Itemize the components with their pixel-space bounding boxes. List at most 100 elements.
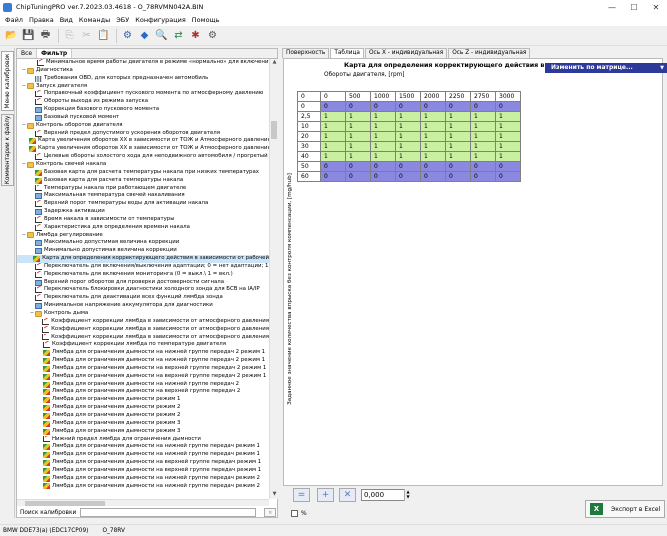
tree-item[interactable]: Лямбда для ограничения дымности режим 3 — [17, 428, 269, 436]
table-cell[interactable]: 0 — [470, 171, 496, 182]
table-cell[interactable]: 1 — [420, 121, 446, 132]
table-cell[interactable]: 1 — [495, 141, 521, 152]
table-cell[interactable]: 0 — [345, 171, 371, 182]
table-cell[interactable]: 1 — [345, 141, 371, 152]
tab-axis-x[interactable]: Ось X - индивидуальная — [364, 48, 448, 58]
table-cell[interactable]: 0 — [445, 171, 471, 182]
tree-item[interactable]: Переключатель блокировки диагностики хол… — [17, 286, 269, 294]
tree-item[interactable]: Обороты выхода из режима запуска — [17, 98, 269, 106]
table-cell[interactable]: 0 — [470, 161, 496, 172]
table-cell[interactable]: 0 — [370, 101, 396, 112]
tab-axis-z[interactable]: Ось Z - индивидуальная — [448, 48, 531, 58]
table-cell[interactable]: 1 — [420, 131, 446, 142]
tree-item[interactable]: Задержка активации — [17, 208, 269, 216]
tree-folder[interactable]: − Контроль дыма — [17, 310, 269, 318]
minimize-button[interactable]: — — [601, 0, 623, 14]
table-cell[interactable]: 1 — [395, 121, 421, 132]
table-cell[interactable]: 1 — [445, 111, 471, 122]
tree-horizontal-scrollbar[interactable] — [17, 499, 269, 506]
table-cell[interactable]: 0 — [495, 101, 521, 112]
tree-item[interactable]: Лямбда для ограничения дымности на верхн… — [17, 459, 269, 467]
menu-configuration[interactable]: Конфигурация — [132, 16, 189, 24]
scroll-up-icon[interactable]: ▲ — [270, 59, 279, 67]
tree-item[interactable]: Лямбда для ограничения дымности на нижне… — [17, 381, 269, 389]
table-cell[interactable]: 1 — [420, 111, 446, 122]
table-cell[interactable]: 1 — [345, 131, 371, 142]
tree-item[interactable]: Лямбда для ограничения дымности режим 2 — [17, 412, 269, 420]
open-folder-icon[interactable]: 📂 — [4, 28, 19, 43]
x-axis-header[interactable]: 1500 — [395, 91, 421, 102]
tree-item[interactable]: Карта увеличения оборотов ХХ в зависимос… — [17, 137, 269, 145]
tree-item[interactable]: Максимальная температура свечей накалива… — [17, 192, 269, 200]
x-axis-header[interactable]: 2250 — [445, 91, 471, 102]
tab-filter[interactable]: Фильтр — [37, 49, 73, 58]
y-axis-header[interactable]: 60 — [297, 171, 321, 182]
table-cell[interactable]: 1 — [470, 141, 496, 152]
table-cell[interactable]: 0 — [320, 101, 346, 112]
save-icon[interactable]: 💾 — [21, 28, 36, 43]
table-cell[interactable]: 1 — [320, 141, 346, 152]
table-cell[interactable]: 1 — [445, 131, 471, 142]
table-cell[interactable]: 1 — [320, 121, 346, 132]
menu-file[interactable]: Файл — [2, 16, 26, 24]
table-cell[interactable]: 0 — [420, 161, 446, 172]
scrollbar-thumb[interactable] — [271, 121, 277, 139]
table-cell[interactable]: 1 — [445, 121, 471, 132]
tree-item[interactable]: Время накала в зависимости от температур… — [17, 216, 269, 224]
ecu-icon[interactable]: ⚙ — [120, 28, 135, 43]
tree-item[interactable]: Минимальное напряжение аккумулятора для … — [17, 302, 269, 310]
table-cell[interactable]: 1 — [370, 121, 396, 132]
y-axis-header[interactable]: 30 — [297, 141, 321, 152]
tree-item[interactable]: Требования OBD, для которых предназначен… — [17, 75, 269, 83]
table-cell[interactable]: 1 — [395, 131, 421, 142]
tree-item[interactable]: Переключатель для деактивации всех функц… — [17, 294, 269, 302]
close-button[interactable]: ✕ — [645, 0, 667, 14]
table-cell[interactable]: 1 — [470, 151, 496, 162]
tree-item[interactable]: Базовая карта для расчета температуры на… — [17, 177, 269, 185]
tab-all[interactable]: Все — [17, 49, 38, 58]
tree-item[interactable]: Минимально допустимая величина коррекции — [17, 247, 269, 255]
tree-item[interactable]: Лямбда для ограничения дымности на нижне… — [17, 475, 269, 483]
tree-item[interactable]: Характеристика для определения времени н… — [17, 224, 269, 232]
tree-item[interactable]: Лямбда для ограничения дымности на верхн… — [17, 467, 269, 475]
value-spinner[interactable]: ▲ ▼ — [404, 489, 411, 501]
table-cell[interactable]: 1 — [395, 151, 421, 162]
table-cell[interactable]: 0 — [395, 171, 421, 182]
tree-item[interactable]: Переключатель для включения мониторинга … — [17, 271, 269, 279]
tree-item[interactable]: Лямбда для ограничения дымности на нижне… — [17, 349, 269, 357]
tree-item[interactable]: Верхний предел допустимого ускорения обо… — [17, 130, 269, 138]
table-cell[interactable]: 0 — [495, 161, 521, 172]
table-cell[interactable]: 0 — [370, 171, 396, 182]
tree-item[interactable]: Лямбда для ограничения дымности режим 2 — [17, 404, 269, 412]
tree-item[interactable]: Лямбда для ограничения дымности режим 3 — [17, 420, 269, 428]
search-input[interactable] — [80, 508, 257, 517]
table-cell[interactable]: 1 — [345, 111, 371, 122]
menu-commands[interactable]: Команды — [76, 16, 113, 24]
table-cell[interactable]: 1 — [495, 111, 521, 122]
tree-item[interactable]: Верхний порог температуры воды для актив… — [17, 200, 269, 208]
bug-icon[interactable]: ✱ — [188, 28, 203, 43]
clear-search-button[interactable]: × — [264, 508, 277, 517]
print-icon[interactable]: 🖶 — [38, 28, 53, 43]
y-axis-header[interactable]: 10 — [297, 121, 321, 132]
tree-item[interactable]: Минимальное время работы двигателя в реж… — [17, 59, 269, 67]
add-value-button[interactable]: + — [317, 488, 334, 502]
scrollbar-thumb[interactable] — [25, 501, 105, 506]
table-cell[interactable]: 1 — [370, 111, 396, 122]
tree-item[interactable]: Верхний порог оборотов для проверки дост… — [17, 279, 269, 287]
y-axis-header[interactable]: 50 — [297, 161, 321, 172]
tree-item[interactable]: Температуры накала при работающем двигат… — [17, 185, 269, 193]
tree-item[interactable]: Коэффициент коррекции лямбда в зависимос… — [17, 318, 269, 326]
y-axis-header[interactable]: 40 — [297, 151, 321, 162]
table-cell[interactable]: 1 — [495, 131, 521, 142]
table-cell[interactable]: 1 — [445, 141, 471, 152]
tab-table[interactable]: Таблица — [330, 48, 364, 58]
settings-icon[interactable]: ⚙ — [205, 28, 220, 43]
table-cell[interactable]: 1 — [470, 111, 496, 122]
table-cell[interactable]: 0 — [420, 101, 446, 112]
change-by-matrix-button[interactable]: Изменить по матрице... ▼ — [545, 63, 667, 73]
tree-folder[interactable]: − Диагностика — [17, 67, 269, 75]
table-cell[interactable]: 0 — [470, 101, 496, 112]
tree-item[interactable]: Коэффициент коррекции лямбда в зависимос… — [17, 334, 269, 342]
x-axis-header[interactable]: 2000 — [420, 91, 446, 102]
